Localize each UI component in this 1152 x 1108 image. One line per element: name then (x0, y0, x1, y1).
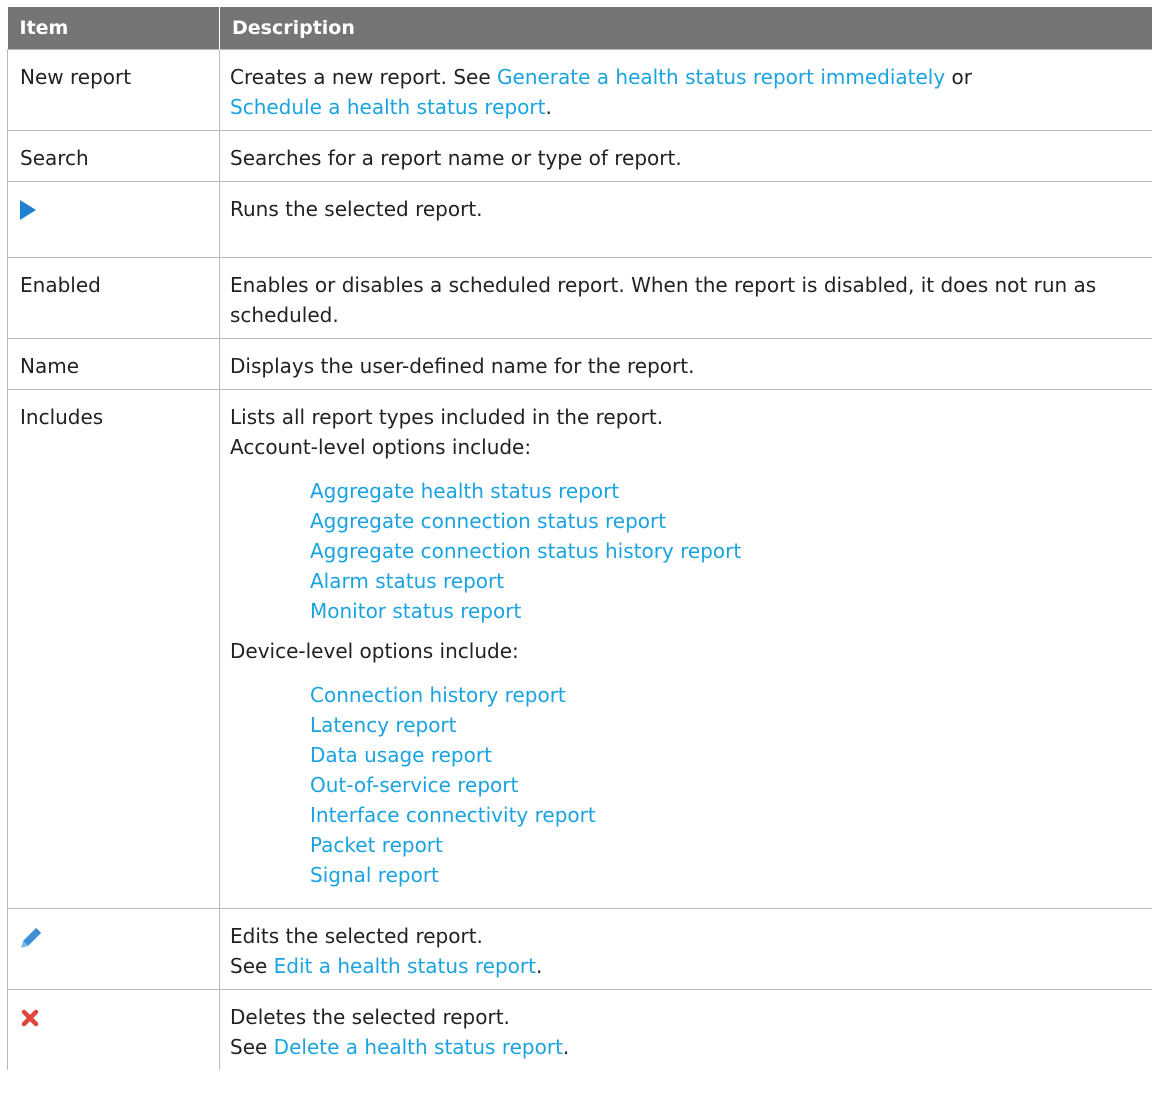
link-interface-connectivity[interactable]: Interface connectivity report (310, 803, 596, 827)
device-level-links: Connection history report Latency report… (230, 680, 1141, 890)
item-delete (7, 989, 220, 1070)
item-enabled: Enabled (7, 257, 220, 339)
desc-text: . (535, 954, 543, 978)
link-alarm-status[interactable]: Alarm status report (310, 569, 504, 593)
table-row: Name Displays the user-defined name for … (7, 338, 1152, 390)
account-level-links: Aggregate health status report Aggregate… (230, 476, 1141, 626)
table-row: Deletes the selected report. See Delete … (7, 989, 1152, 1070)
table-row: Edits the selected report. See Edit a he… (7, 908, 1152, 990)
desc-text: Lists all report types included in the r… (230, 405, 664, 429)
link-data-usage[interactable]: Data usage report (310, 743, 492, 767)
link-edit-report[interactable]: Edit a health status report (274, 954, 536, 978)
link-out-of-service[interactable]: Out-of-service report (310, 773, 518, 797)
desc-text: See (230, 1035, 274, 1059)
desc-text: Deletes the selected report. (230, 1005, 510, 1029)
table-row: New report Creates a new report. See Gen… (7, 49, 1152, 131)
desc-delete: Deletes the selected report. See Delete … (219, 989, 1152, 1070)
desc-text: Account-level options include: (230, 435, 532, 459)
item-name: Name (7, 338, 220, 390)
desc-text: . (545, 95, 552, 119)
item-new-report: New report (7, 49, 220, 131)
item-description-table: Item Description New report Creates a ne… (7, 7, 1152, 1070)
desc-text: or (945, 65, 973, 89)
desc-enabled: Enables or disables a scheduled report. … (219, 257, 1152, 339)
desc-new-report: Creates a new report. See Generate a hea… (219, 49, 1152, 131)
play-icon (20, 200, 207, 220)
link-aggregate-health[interactable]: Aggregate health status report (310, 479, 619, 503)
item-search: Search (7, 130, 220, 182)
header-item: Item (7, 7, 220, 50)
item-edit (7, 908, 220, 990)
close-icon (20, 1008, 207, 1028)
desc-search: Searches for a report name or type of re… (219, 130, 1152, 182)
link-monitor-status[interactable]: Monitor status report (310, 599, 521, 623)
desc-text: Device-level options include: (230, 639, 519, 663)
desc-text: Edits the selected report. (230, 924, 483, 948)
table-row: Search Searches for a report name or typ… (7, 130, 1152, 182)
link-packet[interactable]: Packet report (310, 833, 443, 857)
pencil-icon (20, 927, 207, 949)
link-aggregate-connection-history[interactable]: Aggregate connection status history repo… (310, 539, 741, 563)
desc-run: Runs the selected report. (219, 181, 1152, 258)
desc-includes: Lists all report types included in the r… (219, 389, 1152, 909)
desc-text: Creates a new report. See (230, 65, 498, 89)
desc-text: See (230, 954, 274, 978)
table-row: Runs the selected report. (7, 181, 1152, 258)
table-row: Enabled Enables or disables a scheduled … (7, 257, 1152, 339)
link-connection-history[interactable]: Connection history report (310, 683, 566, 707)
link-aggregate-connection[interactable]: Aggregate connection status report (310, 509, 666, 533)
header-description: Description (219, 7, 1152, 50)
item-includes: Includes (7, 389, 220, 909)
link-signal[interactable]: Signal report (310, 863, 439, 887)
link-delete-report[interactable]: Delete a health status report (274, 1035, 563, 1059)
desc-name: Displays the user-defined name for the r… (219, 338, 1152, 390)
table-header-row: Item Description (7, 7, 1152, 50)
desc-text: . (562, 1035, 570, 1059)
desc-edit: Edits the selected report. See Edit a he… (219, 908, 1152, 990)
table-row: Includes Lists all report types included… (7, 389, 1152, 909)
link-latency[interactable]: Latency report (310, 713, 457, 737)
item-run (7, 181, 220, 258)
link-generate-report[interactable]: Generate a health status report immediat… (497, 65, 945, 89)
link-schedule-report[interactable]: Schedule a health status report (230, 95, 545, 119)
